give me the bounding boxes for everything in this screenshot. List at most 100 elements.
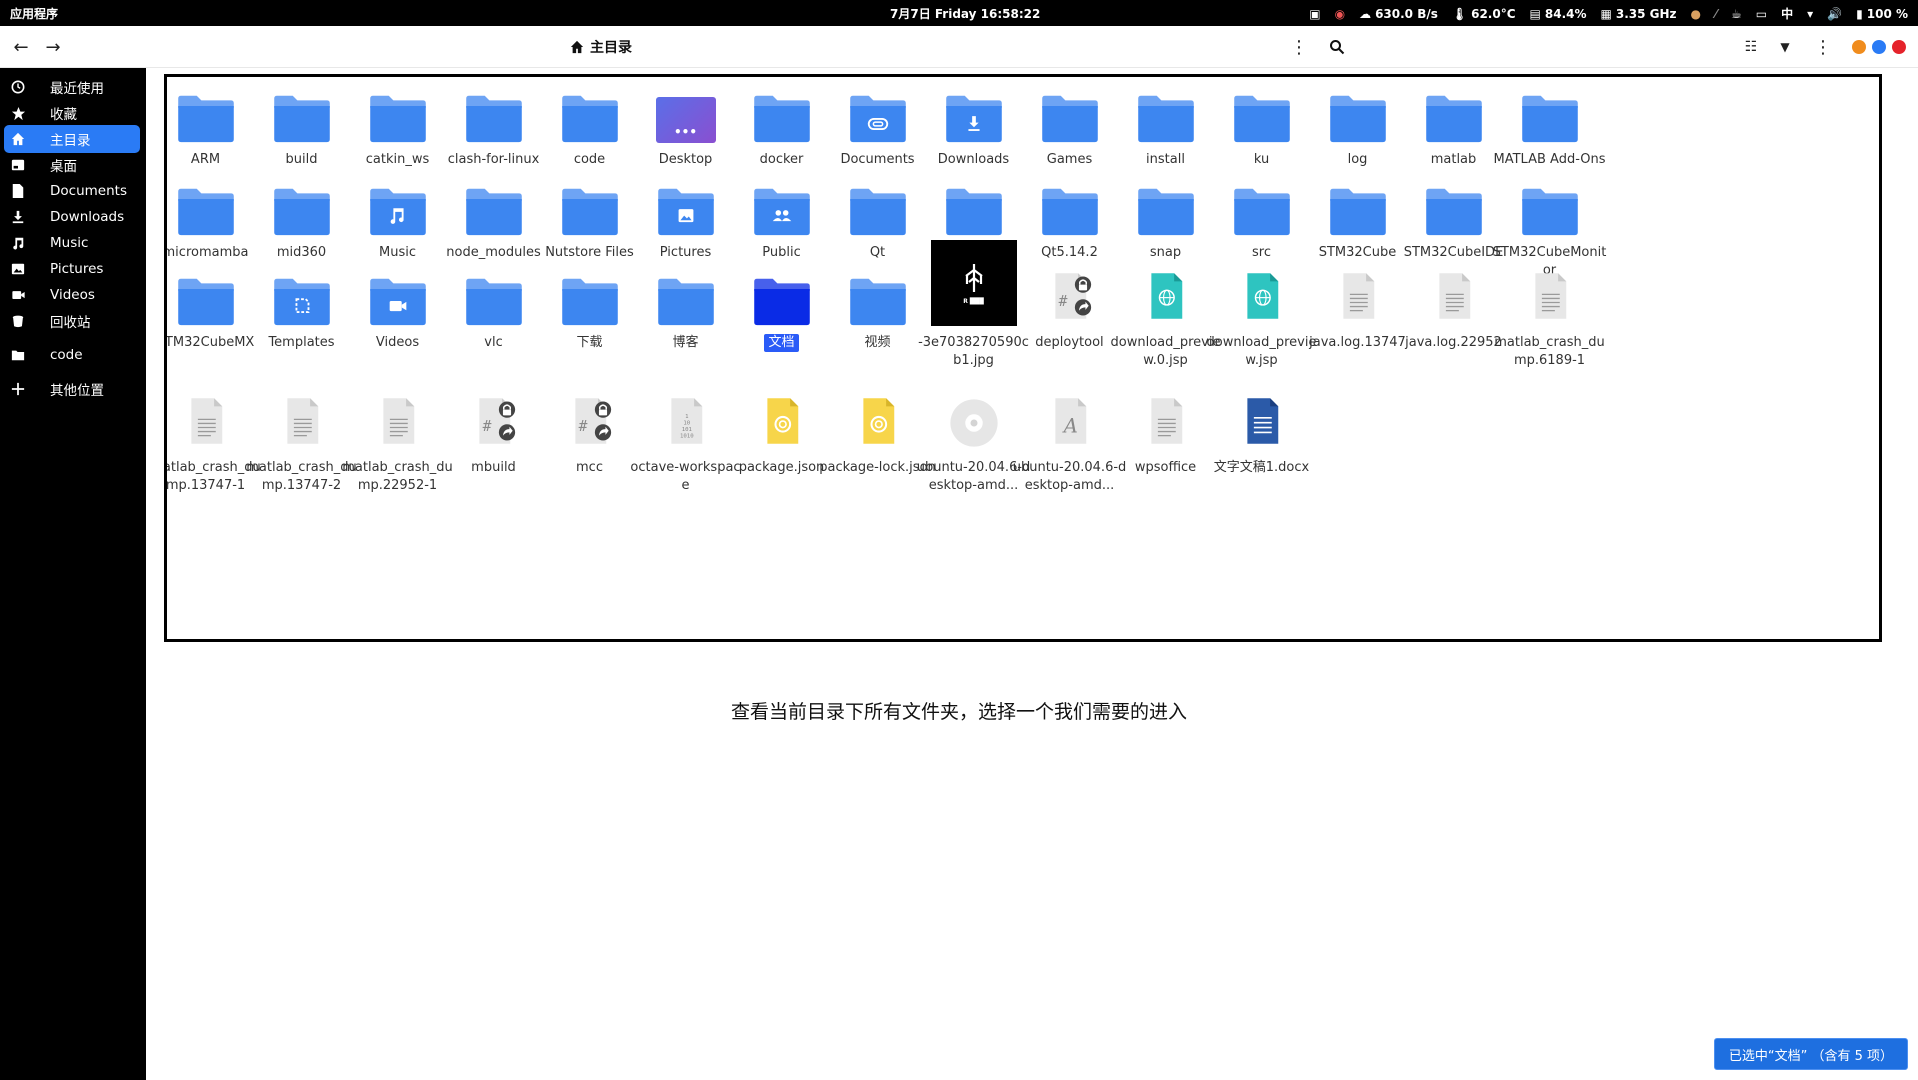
folder-icon <box>1230 176 1294 236</box>
sidebar-item-label: Documents <box>50 183 127 199</box>
cat-icon[interactable]: ● <box>1691 7 1701 21</box>
cpu-frequency: ▦ 3.35 GHz <box>1600 6 1677 21</box>
sidebar-item[interactable]: 收藏 <box>4 99 140 127</box>
search-button[interactable] <box>1322 32 1352 62</box>
tray-record-icon[interactable]: ◉ <box>1335 7 1345 21</box>
sidebar-item-label: code <box>50 347 83 363</box>
text-file-icon <box>1326 266 1390 326</box>
picture-icon <box>4 262 32 276</box>
coffee-icon[interactable]: ☕ <box>1731 7 1742 21</box>
wifi-icon[interactable]: ▾ <box>1807 7 1813 21</box>
sidebar-item-label: 回收站 <box>50 315 91 331</box>
input-method[interactable]: 中 <box>1781 5 1793 22</box>
text-file-icon <box>174 391 238 451</box>
feather-icon[interactable]: ⁄ <box>1715 7 1717 21</box>
folder-icon <box>366 266 430 326</box>
folder-icon <box>1422 176 1486 236</box>
file-grid[interactable]: ARM build catkin_ws clash-for-linux code ••• D… <box>164 74 1882 642</box>
sidebar-item-label: 最近使用 <box>50 81 104 97</box>
arrow-left-icon: ← <box>13 36 29 58</box>
folder-icon <box>942 176 1006 236</box>
sidebar-item-label: Pictures <box>50 261 104 277</box>
folder-icon <box>366 176 430 236</box>
folder-icon <box>942 83 1006 143</box>
sidebar-item[interactable]: 回收站 <box>4 307 140 335</box>
sidebar-item-label: Videos <box>50 287 95 303</box>
sidebar-item-label: 其他位置 <box>50 383 104 399</box>
location-breadcrumb[interactable]: 主目录 <box>570 37 632 57</box>
file-item[interactable]: 文字文稿1.docx <box>1203 391 1320 477</box>
sidebar-item[interactable]: Documents <box>4 177 140 205</box>
folder-item[interactable]: MATLAB Add-Ons <box>1491 83 1608 169</box>
folder-icon <box>654 266 718 326</box>
sidebar-item[interactable]: code <box>4 341 140 369</box>
file-item[interactable]: matlab_crash_dump.6189-1 <box>1491 266 1608 370</box>
volume-icon[interactable]: 🔊 <box>1827 7 1842 21</box>
sidebar-item[interactable]: Downloads <box>4 203 140 231</box>
text-file-icon <box>1518 266 1582 326</box>
home-icon <box>4 132 32 146</box>
sidebar-item[interactable]: 最近使用 <box>4 73 140 101</box>
download-icon <box>4 210 32 224</box>
view-mode-button[interactable]: ☷ <box>1736 32 1766 62</box>
applications-menu[interactable]: 应用程序 <box>10 5 58 22</box>
trash-icon <box>4 314 32 328</box>
folder-icon <box>1038 176 1102 236</box>
web-file-icon <box>1134 266 1198 326</box>
maximize-button[interactable] <box>1872 40 1886 54</box>
search-icon <box>1330 40 1345 55</box>
file-name: 文字文稿1.docx <box>1213 460 1310 475</box>
main-menu-button[interactable]: ⋮ <box>1808 32 1838 62</box>
svg-text:1: 1 <box>685 414 689 420</box>
vertical-dots-icon: ⋮ <box>1814 36 1832 58</box>
text-file-icon <box>1134 391 1198 451</box>
locked-script-icon: # <box>558 391 622 451</box>
folder-icon <box>1230 83 1294 143</box>
battery-status[interactable]: ▮ 100 % <box>1856 7 1908 21</box>
folder-icon <box>1518 176 1582 236</box>
sidebar-item-label: Music <box>50 235 89 251</box>
svg-text:#: # <box>1058 293 1067 310</box>
desktop-folder-icon: ••• <box>654 83 718 143</box>
sidebar-item-label: 主目录 <box>50 133 91 149</box>
file-name: 文档 <box>764 334 799 352</box>
path-menu-button[interactable]: ⋮ <box>1284 32 1314 62</box>
folder-icon <box>654 176 718 236</box>
sidebar-item[interactable]: 桌面 <box>4 151 140 179</box>
locked-script-icon: # <box>1038 266 1102 326</box>
sidebar-item[interactable]: 主目录 <box>4 125 140 153</box>
sidebar-item[interactable]: Music <box>4 229 140 257</box>
view-options-button[interactable]: ▼ <box>1770 32 1800 62</box>
sidebar-item[interactable]: Pictures <box>4 255 140 283</box>
clock[interactable]: 7月7日 Friday 16:58:22 <box>890 5 1040 22</box>
tray-app-icon[interactable]: ▣ <box>1309 7 1320 21</box>
word-document-icon <box>1230 391 1294 451</box>
folder-icon <box>750 176 814 236</box>
video-icon <box>4 288 32 302</box>
svg-text:#: # <box>578 418 587 435</box>
sidebar-item[interactable]: 其他位置 <box>4 375 140 403</box>
screen-icon[interactable]: ▭ <box>1756 7 1767 21</box>
folder-icon <box>1038 83 1102 143</box>
folder-icon <box>366 83 430 143</box>
folder-icon <box>1326 176 1390 236</box>
memory-usage: ▤ 84.4% <box>1529 6 1587 21</box>
close-button[interactable] <box>1892 40 1906 54</box>
list-view-icon: ☷ <box>1744 39 1758 55</box>
folder-item[interactable]: STM32CubeMonitor <box>1491 176 1608 280</box>
caption-text: 查看当前目录下所有文件夹，选择一个我们需要的进入 <box>730 701 1187 723</box>
svg-text:101: 101 <box>681 427 692 433</box>
folder-icon <box>750 83 814 143</box>
clock-icon <box>4 80 32 94</box>
header-bar: ← → 主目录 ⋮ ☷ ▼ ⋮ <box>0 26 1918 68</box>
svg-text:A: A <box>1061 414 1077 437</box>
sidebar-item-label: Downloads <box>50 209 125 225</box>
chip-icon: ▦ <box>1600 6 1612 21</box>
image-thumbnail: R ███ <box>930 240 1017 326</box>
back-button[interactable]: ← <box>6 32 36 62</box>
folder-icon <box>4 348 32 362</box>
sidebar-item[interactable]: Videos <box>4 281 140 309</box>
minimize-button[interactable] <box>1852 40 1866 54</box>
battery-icon: ▮ <box>1856 6 1863 21</box>
forward-button[interactable]: → <box>38 32 68 62</box>
